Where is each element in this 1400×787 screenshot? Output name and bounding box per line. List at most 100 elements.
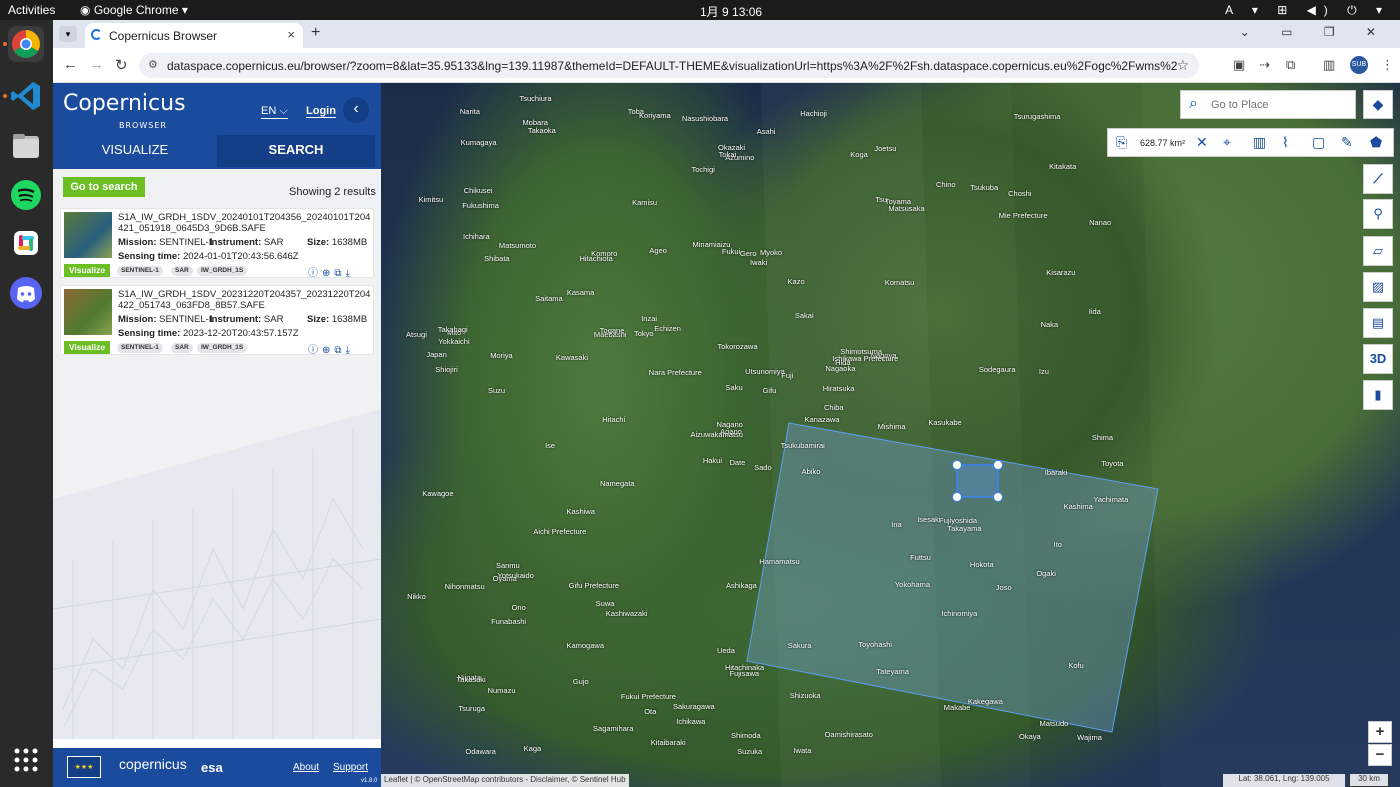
download-icon[interactable]: ⤓ (346, 345, 354, 356)
aoi-rectangle[interactable] (956, 464, 999, 498)
download-icon[interactable]: ⤓ (346, 268, 354, 279)
tab-search-button[interactable]: ▾ (59, 26, 77, 42)
app-menu[interactable]: ◉ Google Chrome ▾ (80, 3, 188, 17)
place-label: Odawara (465, 746, 496, 756)
go-to-search-button[interactable]: Go to search (63, 177, 145, 197)
aoi-vertex-handle[interactable] (952, 492, 962, 502)
place-label: Tsu (875, 194, 888, 204)
draw-rectangle-icon[interactable]: ▢ (1312, 134, 1325, 151)
draw-edit-pencil-icon[interactable]: ✎ (1341, 134, 1353, 151)
bookmark-star-icon[interactable]: ☆ (1176, 57, 1189, 74)
result-card[interactable]: S1A_IW_GRDH_1SDV_20231220T204357_2023122… (60, 285, 374, 356)
go-to-place-input[interactable] (1209, 96, 1349, 114)
profile-avatar[interactable]: SUB (1350, 56, 1368, 74)
zoom-to-tile-icon[interactable]: ⊕ (322, 268, 334, 279)
side-panel-icon[interactable]: ▥ (1323, 57, 1335, 73)
collapse-panel-button[interactable]: ‹ (343, 97, 369, 123)
extensions-puzzle-icon[interactable]: ⧉ (1286, 57, 1295, 73)
files-icon[interactable] (8, 128, 44, 164)
logo-subtitle: BROWSER (119, 121, 167, 130)
copernicus-footer-logo[interactable]: copernicus (119, 756, 187, 772)
place-label: Koga (850, 149, 868, 159)
url-text[interactable]: dataspace.copernicus.eu/browser/?zoom=8&… (167, 59, 1177, 73)
layers-button[interactable]: ◆ (1363, 90, 1393, 119)
back-button[interactable]: ← (63, 56, 78, 73)
aoi-vertex-handle[interactable] (993, 492, 1003, 502)
image-download-tool[interactable]: ▨ (1363, 272, 1393, 302)
new-tab-button[interactable]: + (311, 24, 320, 42)
reload-button[interactable]: ↻ (115, 56, 128, 74)
statistics-chart-icon[interactable]: ⌇ (1282, 134, 1289, 151)
value: SENTINEL-1 (159, 314, 215, 325)
film-icon: ▤ (1371, 315, 1385, 330)
result-card[interactable]: S1A_IW_GRDH_1SDV_20240101T204356_2024010… (60, 208, 374, 279)
copernicus-logo[interactable]: Copernicus BROWSER (63, 91, 186, 130)
aoi-vertex-handle[interactable] (993, 460, 1003, 470)
about-link[interactable]: About (293, 762, 319, 773)
zoom-out-button[interactable]: − (1368, 744, 1392, 766)
discord-icon[interactable] (8, 275, 44, 311)
activities-button[interactable]: Activities (8, 3, 55, 17)
chrome-icon[interactable] (8, 26, 44, 62)
place-label: Mobara (522, 117, 548, 127)
info-icon[interactable]: ⓘ (308, 345, 322, 356)
eu-flag-icon[interactable]: ★★★ (67, 756, 101, 778)
panel-footer: ★★★ copernicus esa About Support v1.8.0 (53, 748, 381, 787)
site-info-icon[interactable]: ⚙ (148, 58, 158, 71)
window-controls[interactable]: ⌄ ▭ ❐ ✕ (1240, 25, 1390, 39)
result-thumbnail[interactable] (64, 289, 112, 335)
zoom-to-tile-icon[interactable]: ⊕ (322, 345, 334, 356)
3d-label: 3D (1369, 351, 1387, 366)
map-attribution[interactable]: Leaflet | © OpenStreetMap contributors -… (381, 774, 629, 787)
esa-logo[interactable]: esa (201, 760, 223, 775)
ruler-tool[interactable]: ▱ (1363, 236, 1393, 266)
place-label: Iida (1088, 307, 1101, 317)
add-to-compare-icon[interactable]: ⧉ (334, 268, 345, 279)
vscode-icon[interactable] (8, 78, 44, 114)
spotify-icon[interactable] (8, 177, 44, 213)
system-tray[interactable]: A ▾ ⊞ ◀) ⏻ ▾ (1225, 3, 1390, 18)
center-on-aoi-icon[interactable]: ⌖ (1223, 134, 1231, 151)
histogram-icon[interactable]: ▥ (1253, 134, 1266, 151)
clear-aoi-icon[interactable]: ✕ (1196, 134, 1208, 151)
tab-search[interactable]: SEARCH (217, 135, 375, 167)
visualize-button[interactable]: Visualize (64, 341, 110, 354)
place-label: Ogaki (1036, 569, 1056, 579)
map-canvas[interactable]: Sado Shibata Agano Niigata Nagaoka Kashiwazak… (381, 83, 1400, 787)
timelapse-tool[interactable]: ▤ (1363, 308, 1393, 338)
place-label: Hitachinaka (724, 663, 765, 673)
pin-icon: ⚲ (1373, 206, 1383, 221)
slack-icon[interactable] (8, 225, 44, 261)
measure-line-tool[interactable]: ⟋ (1363, 164, 1393, 194)
go-to-place-search[interactable]: ⌕ (1180, 90, 1356, 119)
result-instrument: Instrument: SAR (209, 237, 283, 248)
app-grid-icon[interactable] (8, 742, 44, 778)
language-select[interactable]: EN ⌵ (261, 105, 288, 119)
support-link[interactable]: Support (333, 762, 368, 773)
place-label: Tateyama (876, 666, 909, 676)
clock[interactable]: 1月 9 13:06 (700, 3, 762, 20)
info-icon[interactable]: ⓘ (308, 268, 322, 279)
place-label: Matsumoto (498, 240, 537, 250)
location-pin-tool[interactable]: ⚲ (1363, 199, 1393, 229)
side-panel: Copernicus BROWSER EN ⌵ Login ‹ VISUALIZ… (53, 83, 381, 787)
forward-button[interactable]: → (89, 56, 104, 73)
tab-close-icon[interactable]: × (287, 27, 295, 42)
extension-icon[interactable]: ⇢ (1259, 57, 1270, 73)
aoi-vertex-handle[interactable] (952, 460, 962, 470)
chrome-menu-icon[interactable]: ⋮ (1381, 57, 1394, 73)
visualize-button[interactable]: Visualize (64, 264, 110, 277)
3d-view-tool[interactable]: 3D (1363, 344, 1393, 374)
place-label: Ina (891, 519, 902, 529)
copy-icon[interactable]: ⎘ (1116, 134, 1127, 151)
result-thumbnail[interactable] (64, 212, 112, 258)
address-bar[interactable]: ⚙ dataspace.copernicus.eu/browser/?zoom=… (139, 53, 1199, 78)
draw-polygon-icon[interactable]: ⬟ (1370, 134, 1382, 151)
extension-icon[interactable]: ▣ (1233, 57, 1245, 73)
tab-visualize[interactable]: VISUALIZE (53, 135, 217, 167)
zoom-in-button[interactable]: + (1368, 721, 1392, 743)
chart-tool[interactable]: ▮ (1363, 380, 1393, 410)
tab-copernicus-browser[interactable]: Copernicus Browser × (85, 23, 303, 48)
login-link[interactable]: Login (306, 105, 336, 118)
add-to-compare-icon[interactable]: ⧉ (334, 345, 345, 356)
